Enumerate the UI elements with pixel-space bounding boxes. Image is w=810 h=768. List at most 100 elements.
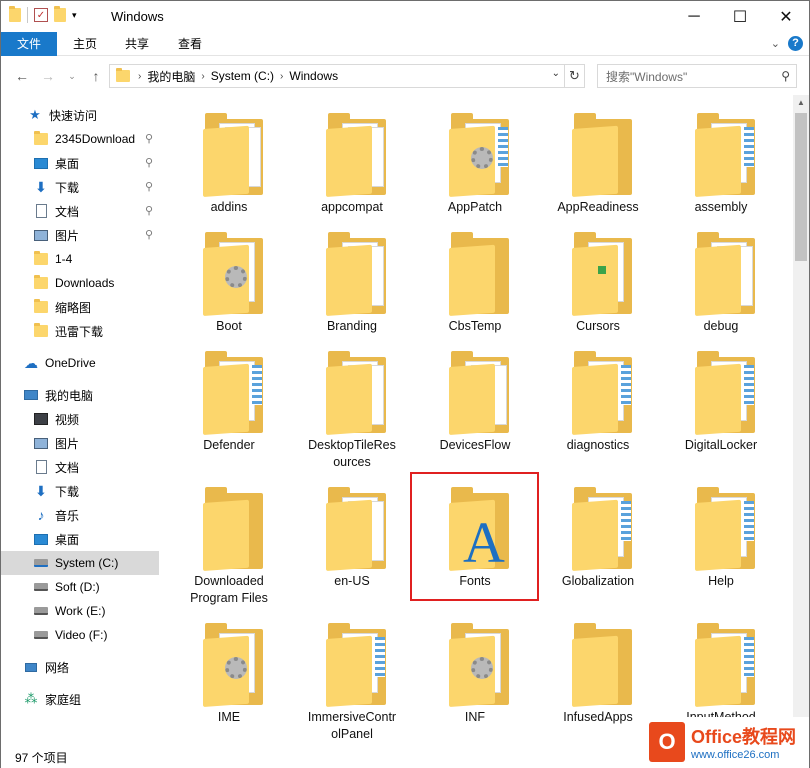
- folder-front: [572, 363, 618, 435]
- folder-item[interactable]: Defender: [171, 333, 287, 453]
- sidebar-item-quick-access[interactable]: ★ 快速访问: [1, 103, 159, 127]
- sidebar-item-2345download[interactable]: 2345Download ⚲: [1, 127, 159, 151]
- search-icon[interactable]: ⚲: [781, 69, 790, 83]
- sidebar-item-downloads-folder[interactable]: Downloads: [1, 271, 159, 295]
- chevron-right-icon[interactable]: ›: [199, 71, 206, 82]
- folder-icon: [449, 623, 511, 707]
- watermark-url: www.office26.com: [691, 749, 780, 761]
- close-button[interactable]: ✕: [763, 1, 809, 32]
- folder-item[interactable]: InfusedApps: [540, 605, 656, 725]
- folder-icon: [695, 623, 757, 707]
- properties-icon[interactable]: ✓: [34, 8, 48, 22]
- sidebar-item-work-e[interactable]: Work (E:): [1, 599, 159, 623]
- folder-item[interactable]: DevicesFlow: [417, 333, 533, 453]
- folder-item[interactable]: Boot: [171, 214, 287, 334]
- breadcrumb-windows[interactable]: Windows: [285, 69, 342, 83]
- chevron-right-icon[interactable]: ›: [136, 71, 143, 82]
- sidebar-item-label: 2345Download: [55, 132, 136, 146]
- search-input[interactable]: 搜索"Windows" ⚲: [597, 64, 797, 88]
- tab-home[interactable]: 主页: [59, 32, 111, 56]
- sidebar-item-thumbnails[interactable]: 缩略图: [1, 295, 159, 319]
- folder-item[interactable]: InputMethod: [663, 605, 779, 725]
- back-button[interactable]: ←: [11, 66, 33, 86]
- folder-item[interactable]: Cursors: [540, 214, 656, 334]
- sidebar-item-music[interactable]: ♪ 音乐: [1, 503, 159, 527]
- folder-item[interactable]: IME: [171, 605, 287, 725]
- folder-item[interactable]: Globalization: [540, 469, 656, 589]
- chevron-right-icon[interactable]: ›: [278, 71, 285, 82]
- sidebar-item-label: 缩略图: [55, 300, 92, 315]
- folder-item[interactable]: DigitalLocker: [663, 333, 779, 453]
- address-bar[interactable]: › 我的电脑 › System (C:) › Windows ⌄: [109, 64, 565, 88]
- folder-item[interactable]: Downloaded Program Files: [171, 469, 287, 605]
- up-button[interactable]: ↑: [85, 66, 107, 86]
- pictures-icon: [33, 227, 49, 243]
- navigation-pane: ★ 快速访问 2345Download ⚲ 桌面 ⚲ ⬇ 下载 ⚲ 文档 ⚲ 图…: [1, 95, 159, 743]
- forward-button[interactable]: →: [37, 66, 59, 86]
- expand-ribbon-icon[interactable]: ⌄: [771, 37, 780, 50]
- maximize-button[interactable]: ☐: [717, 1, 763, 32]
- sidebar-item-thunder-downloads[interactable]: 迅雷下载: [1, 319, 159, 343]
- folder-item[interactable]: AppReadiness: [540, 95, 656, 215]
- download-icon: ⬇: [35, 482, 47, 499]
- sidebar-item-pc-desktop[interactable]: 桌面: [1, 527, 159, 551]
- sidebar-item-desktop[interactable]: 桌面 ⚲: [1, 151, 159, 175]
- tab-view[interactable]: 查看: [163, 32, 217, 56]
- sidebar-item-pc-documents[interactable]: 文档: [1, 455, 159, 479]
- folder-name: DigitalLocker: [684, 438, 758, 452]
- gear-icon: [225, 657, 247, 679]
- sidebar-item-soft-d[interactable]: Soft (D:): [1, 575, 159, 599]
- folder-item[interactable]: ImmersiveContr olPanel: [294, 605, 410, 741]
- folder-stripes: [498, 127, 508, 167]
- folder-front: [695, 244, 741, 316]
- sidebar-item-downloads[interactable]: ⬇ 下载 ⚲: [1, 175, 159, 199]
- new-folder-icon[interactable]: [54, 6, 66, 22]
- folder-icon: [33, 251, 49, 267]
- breadcrumb-system-c[interactable]: System (C:): [207, 69, 278, 83]
- breadcrumb-my-computer[interactable]: 我的电脑: [143, 68, 199, 85]
- recent-locations-button[interactable]: ⌄: [61, 66, 83, 86]
- scroll-up-icon[interactable]: ▲: [793, 95, 809, 111]
- folder-item[interactable]: A Fonts: [417, 469, 533, 589]
- folder-item[interactable]: Branding: [294, 214, 410, 334]
- folder-item[interactable]: en-US: [294, 469, 410, 589]
- tab-file[interactable]: 文件: [1, 32, 57, 56]
- sidebar-item-videos[interactable]: 视频: [1, 407, 159, 431]
- folder-item[interactable]: debug: [663, 214, 779, 334]
- sidebar-item-pc-downloads[interactable]: ⬇ 下载: [1, 479, 159, 503]
- folder-item[interactable]: diagnostics: [540, 333, 656, 453]
- window-title: Windows: [111, 9, 164, 24]
- sidebar-item-label: 音乐: [55, 508, 80, 523]
- sidebar-item-onedrive[interactable]: ☁ OneDrive: [1, 351, 159, 375]
- sidebar-item-pictures[interactable]: 图片 ⚲: [1, 223, 159, 247]
- help-icon[interactable]: ?: [788, 36, 803, 51]
- font-glyph-icon: A: [463, 510, 505, 575]
- folder-front: [326, 363, 372, 435]
- sidebar-item-video-f[interactable]: Video (F:): [1, 623, 159, 647]
- folder-item[interactable]: CbsTemp: [417, 214, 533, 334]
- folder-item[interactable]: Help: [663, 469, 779, 589]
- folder-item[interactable]: INF: [417, 605, 533, 725]
- folder-icon: [326, 351, 388, 435]
- folder-item[interactable]: addins: [171, 95, 287, 215]
- sidebar-item-homegroup[interactable]: ⁂ 家庭组: [1, 687, 159, 711]
- vertical-scrollbar[interactable]: ▲ ▼: [793, 95, 809, 743]
- sidebar-item-1-4[interactable]: 1-4: [1, 247, 159, 271]
- pin-icon: ⚲: [144, 157, 153, 169]
- chevron-down-icon[interactable]: ⌄: [552, 68, 560, 79]
- folder-icon: [203, 232, 265, 316]
- minimize-button[interactable]: ─: [671, 1, 717, 32]
- scroll-thumb[interactable]: [795, 113, 807, 261]
- refresh-button[interactable]: ↻: [565, 64, 585, 88]
- tab-share[interactable]: 共享: [111, 32, 163, 56]
- sidebar-item-system-c[interactable]: System (C:): [1, 551, 159, 575]
- sidebar-item-this-pc[interactable]: 我的电脑: [1, 383, 159, 407]
- folder-item[interactable]: assembly: [663, 95, 779, 215]
- customize-dropdown-icon[interactable]: ▾: [72, 10, 77, 21]
- sidebar-item-pc-pictures[interactable]: 图片: [1, 431, 159, 455]
- folder-item[interactable]: appcompat: [294, 95, 410, 215]
- sidebar-item-network[interactable]: 网络: [1, 655, 159, 679]
- sidebar-item-documents[interactable]: 文档 ⚲: [1, 199, 159, 223]
- folder-item[interactable]: DesktopTileRes ources: [294, 333, 410, 469]
- folder-item[interactable]: AppPatch: [417, 95, 533, 215]
